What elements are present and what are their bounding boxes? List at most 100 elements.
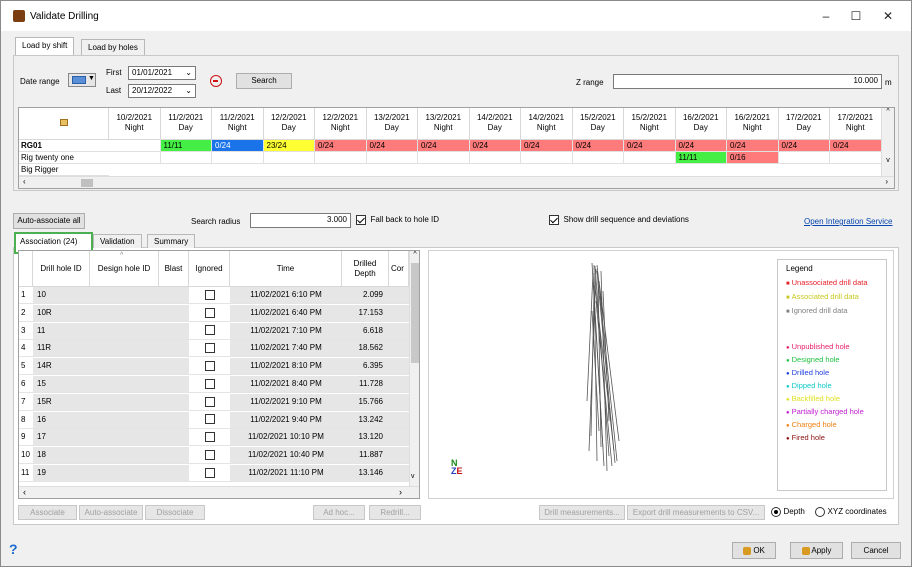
ignored-checkbox[interactable] [204,289,215,300]
cor-cell[interactable] [389,429,409,447]
cor-cell[interactable] [389,465,409,482]
shift-cell[interactable]: 0/24 [572,140,624,152]
open-integration-service-link[interactable]: Open Integration Service [804,217,893,226]
shift-cell[interactable]: 0/24 [315,140,367,152]
auto-associate-all-button[interactable]: Auto-associate all [13,213,85,229]
design-hole-id-cell[interactable] [90,447,159,465]
tab-association[interactable]: Association (24) [20,237,77,246]
shift-column-header[interactable]: 16/2/2021 Night [727,108,779,140]
tab-summary[interactable]: Summary [147,234,196,248]
time-cell[interactable]: 11/02/2021 8:40 PM [230,376,342,393]
shift-cell[interactable]: 0/24 [675,140,727,152]
blast-cell[interactable] [159,393,189,411]
drilled-depth-cell[interactable]: 11.728 [342,376,389,393]
ignored-cell[interactable] [189,376,230,393]
row-number[interactable]: 9 [19,429,33,447]
drilled-depth-cell[interactable]: 17.153 [342,304,389,322]
row-number[interactable]: 10 [19,447,33,465]
maximize-button[interactable]: ☐ [839,5,873,27]
time-cell[interactable]: 11/02/2021 9:10 PM [230,393,342,411]
drilled-depth-cell[interactable]: 18.562 [342,340,389,358]
ignored-cell[interactable] [189,447,230,465]
scroll-thumb[interactable] [81,179,93,187]
drill-hole-id-cell[interactable]: 11 [33,322,90,340]
shift-cell[interactable]: 11/11 [675,152,727,164]
scroll-down-icon[interactable]: v [411,473,415,480]
shift-column-header[interactable]: 12/2/2021 Day [263,108,315,140]
blast-cell[interactable] [159,411,189,429]
grid-horizontal-scrollbar[interactable]: ‹ › [19,176,894,188]
drill-hole-id-cell[interactable]: 17 [33,429,90,447]
close-button[interactable]: ✕ [871,5,905,27]
shift-cell[interactable]: 0/24 [469,140,521,152]
cor-cell[interactable] [389,376,409,393]
drilled-depth-cell[interactable]: 6.395 [342,358,389,376]
time-cell[interactable]: 11/02/2021 6:10 PM [230,287,342,304]
shift-cell[interactable]: 0/24 [212,140,264,152]
shift-column-header[interactable]: 11/2/2021 Night [212,108,264,140]
ignored-cell[interactable] [189,412,230,429]
col-blast[interactable]: Blast [159,251,189,287]
shift-column-header[interactable]: 12/2/2021 Night [315,108,367,140]
time-cell[interactable]: 11/02/2021 10:10 PM [230,429,342,447]
row-number[interactable]: 11 [19,465,33,482]
ignored-cell[interactable] [189,394,230,411]
shift-column-header[interactable]: 17/2/2021 Night [830,108,882,140]
col-ignored[interactable]: Ignored [189,251,230,287]
col-drilled-depth[interactable]: Drilled Depth [342,251,389,287]
shift-column-header[interactable]: 15/2/2021 Night [624,108,676,140]
time-cell[interactable]: 11/02/2021 10:40 PM [230,447,342,465]
blast-cell[interactable] [159,447,189,465]
shift-column-header[interactable]: 16/2/2021 Day [675,108,727,140]
scroll-down-icon[interactable]: v [882,157,894,164]
shift-cell[interactable] [572,152,624,164]
cor-cell[interactable] [389,340,409,358]
scroll-left-icon[interactable]: ‹ [23,177,26,186]
time-cell[interactable]: 11/02/2021 7:10 PM [230,322,342,340]
shift-cell[interactable] [469,152,521,164]
design-hole-id-cell[interactable] [90,322,159,340]
ignored-cell[interactable] [189,465,230,482]
ignored-cell[interactable] [189,340,230,358]
ignored-checkbox[interactable] [204,343,215,354]
table-vertical-scrollbar[interactable]: ^ v [409,251,419,486]
row-number[interactable]: 7 [19,394,33,411]
dissociate-button[interactable]: Dissociate [145,505,205,520]
apply-button[interactable]: Apply [790,542,843,559]
blast-cell[interactable] [159,358,189,376]
blast-cell[interactable] [159,376,189,393]
drilled-depth-cell[interactable]: 13.146 [342,465,389,482]
design-hole-id-cell[interactable] [90,429,159,447]
shift-cell[interactable]: 0/24 [418,140,470,152]
cor-cell[interactable] [389,447,409,465]
ignored-cell[interactable] [189,323,230,340]
minimize-button[interactable]: – [809,5,843,27]
blast-cell[interactable] [159,465,189,482]
ignored-checkbox[interactable] [204,307,215,318]
shift-column-header[interactable]: 14/2/2021 Night [521,108,573,140]
shift-column-header[interactable]: 11/2/2021 Day [160,108,212,140]
scroll-up-icon[interactable]: ^ [410,251,419,258]
shift-cell[interactable] [624,152,676,164]
drill-hole-id-cell[interactable]: 11R [33,340,90,358]
design-hole-id-cell[interactable] [90,340,159,358]
associate-button[interactable]: Associate [18,505,77,520]
ok-button[interactable]: OK [732,542,776,559]
first-date-input[interactable]: 01/01/2021 ⌄ [128,66,196,80]
shift-cell[interactable]: 0/24 [366,140,418,152]
cor-cell[interactable] [389,358,409,376]
drill-hole-id-cell[interactable]: 10 [33,287,90,304]
time-cell[interactable]: 11/02/2021 9:40 PM [230,411,342,429]
tab-load-by-shift[interactable]: Load by shift [15,37,75,55]
cor-cell[interactable] [389,287,409,304]
drill-hole-id-cell[interactable]: 15R [33,393,90,411]
shift-column-header[interactable]: 17/2/2021 Day [778,108,830,140]
export-csv-button[interactable]: Export drill measurements to CSV... [627,505,765,520]
col-design-hole-id[interactable]: ^ Design hole ID [90,251,159,287]
ignored-checkbox[interactable] [204,396,215,407]
table-horizontal-scrollbar[interactable]: ‹ › [19,486,419,498]
ad-hoc-button[interactable]: Ad hoc... [313,505,365,520]
cor-cell[interactable] [389,411,409,429]
shift-cell[interactable] [109,140,161,152]
shift-cell[interactable] [418,152,470,164]
